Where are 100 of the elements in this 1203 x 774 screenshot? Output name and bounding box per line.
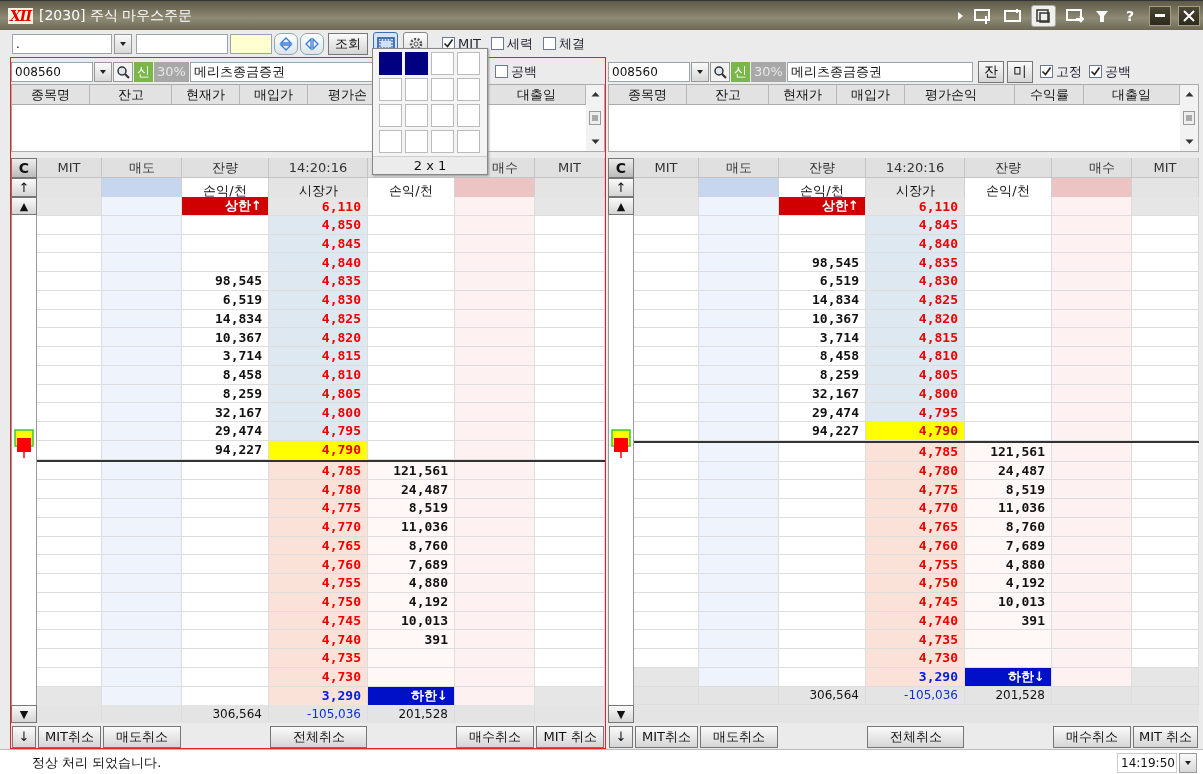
grid-cell[interactable] [457,104,480,127]
cancel-button[interactable]: 전체취소 [270,725,367,748]
table-cell[interactable]: 4,735 [269,649,368,668]
cancel-button[interactable]: ↓ [609,725,633,748]
table-cell[interactable]: 4,840 [269,253,368,272]
table-cell[interactable]: 6,110 [269,197,368,216]
window-icon[interactable] [1002,6,1022,25]
grid-cell[interactable] [431,52,454,75]
table-cell[interactable]: 4,755 [269,574,368,593]
grid-cell[interactable] [431,104,454,127]
cancel-button[interactable]: MIT취소 [635,725,698,748]
top-button[interactable]: ↑ [11,178,37,197]
cancel-button[interactable]: 전체취소 [867,725,964,748]
table-cell[interactable]: 4,775 [269,499,368,518]
table-cell [535,574,605,593]
dropdown-button[interactable] [1179,752,1197,773]
top-button[interactable]: ↑ [608,178,634,197]
dropdown-button[interactable] [691,61,709,82]
grid-cell[interactable] [379,78,402,101]
table-cell[interactable]: 4,835 [269,272,368,291]
table-cell[interactable]: 4,755 [866,555,965,574]
grid-cell[interactable] [405,130,428,153]
grid-cell[interactable] [457,78,480,101]
cancel-button[interactable]: ↓ [12,725,36,748]
input-field[interactable] [136,33,228,54]
grid-cell[interactable] [431,78,454,101]
checkbox[interactable] [491,37,504,50]
help-button[interactable]: ? [1117,7,1142,24]
table-cell[interactable]: 4,795 [269,422,368,441]
grid-cell[interactable] [457,52,480,75]
window-export-icon[interactable] [1064,6,1084,25]
table-cell[interactable]: 4,790 [866,422,965,441]
table-cell[interactable]: 4,760 [269,555,368,574]
scroll-down-button[interactable]: ▼ [11,705,37,723]
query-button[interactable]: 조회 [328,32,368,55]
search-button[interactable] [113,61,133,82]
column-header: 잔량 [779,158,866,178]
dropdown-button[interactable] [94,61,112,82]
arrow-icon[interactable] [955,10,964,21]
table-cell[interactable]: 4,820 [269,328,368,347]
table-cell[interactable]: 6,110 [866,197,965,216]
table-cell[interactable]: 4,740 [269,630,368,649]
table-cell[interactable]: 4,795 [866,403,965,422]
checkbox[interactable] [495,65,508,78]
cancel-button[interactable]: 매도취소 [103,725,181,748]
scroll-down-button[interactable]: ▼ [608,705,634,723]
cancel-button[interactable]: 매수취소 [1053,725,1131,748]
table-cell[interactable]: 4,815 [866,328,965,347]
cancel-button[interactable]: MIT취소 [38,725,101,748]
overlap-windows-icon[interactable] [1033,6,1053,25]
stock-code-field[interactable]: 008560 [11,61,93,82]
table-cell[interactable]: 4,750 [866,574,965,593]
cancel-button[interactable]: 매수취소 [456,725,534,748]
close-button[interactable] [1178,5,1200,26]
clear-button[interactable]: C [11,158,37,178]
column-header: 잔고 [687,85,769,105]
grid-cell[interactable] [379,104,402,127]
stock-code-field[interactable]: 008560 [608,61,690,82]
column-header: 시장가 [866,178,965,200]
toggle-button[interactable]: 미 [1007,60,1033,83]
spin-button[interactable] [274,32,298,55]
grid-cell[interactable] [379,130,402,153]
cancel-button[interactable]: 매도취소 [700,725,778,748]
checkbox[interactable] [543,37,556,50]
clear-button[interactable]: C [608,158,634,178]
scroll-up-button[interactable]: ▲ [11,197,37,215]
table-cell[interactable]: 4,810 [866,347,965,366]
grid-cell[interactable] [431,130,454,153]
spin-button[interactable] [300,32,324,55]
grid-cell[interactable] [457,130,480,153]
toggle-button[interactable]: 잔 [978,60,1004,83]
account-field[interactable]: . [12,33,112,54]
dropdown-button[interactable] [114,33,132,54]
table-cell[interactable]: 4,730 [866,649,965,668]
scrollbar[interactable] [1180,85,1198,151]
table-cell[interactable]: 4,800 [269,403,368,422]
grid-cell[interactable] [405,104,428,127]
grid-cell[interactable] [379,52,402,75]
filter-icon[interactable] [1094,8,1109,23]
table-cell[interactable]: 4,775 [866,480,965,499]
table-cell[interactable]: 4,735 [866,630,965,649]
table-cell[interactable]: 4,770 [866,499,965,518]
cancel-button[interactable]: MIT 취소 [1133,725,1198,748]
table-cell[interactable]: 4,815 [269,347,368,366]
checkbox[interactable] [1040,65,1053,78]
table-cell[interactable]: 4,835 [866,253,965,272]
stock-name-field[interactable]: 메리츠종금증권 [786,61,973,82]
scrollbar[interactable] [586,85,604,151]
cancel-button[interactable]: MIT 취소 [536,725,604,748]
table-cell [1132,347,1199,366]
search-button[interactable] [710,61,730,82]
minimize-button[interactable] [1149,5,1171,26]
checkbox[interactable] [1089,65,1102,78]
scroll-up-button[interactable]: ▲ [608,197,634,215]
grid-cell[interactable] [405,52,428,75]
table-cell[interactable]: 4,830 [866,272,965,291]
table-cell[interactable]: 4,780 [269,480,368,499]
grid-cell[interactable] [405,78,428,101]
window-add-icon[interactable] [972,6,992,25]
input-field[interactable] [230,33,272,54]
